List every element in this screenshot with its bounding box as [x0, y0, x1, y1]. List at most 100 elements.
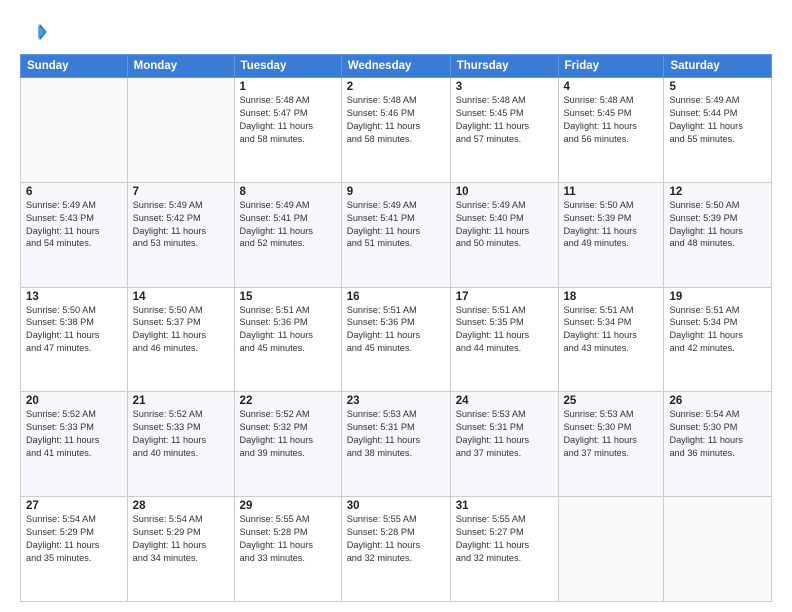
calendar-cell: 1Sunrise: 5:48 AM Sunset: 5:47 PM Daylig… — [234, 78, 341, 183]
calendar-cell: 17Sunrise: 5:51 AM Sunset: 5:35 PM Dayli… — [450, 287, 558, 392]
calendar-header: SundayMondayTuesdayWednesdayThursdayFrid… — [21, 55, 772, 78]
calendar-cell — [558, 497, 664, 602]
day-info: Sunrise: 5:53 AM Sunset: 5:30 PM Dayligh… — [564, 408, 659, 460]
weekday-header-friday: Friday — [558, 55, 664, 78]
calendar-cell: 3Sunrise: 5:48 AM Sunset: 5:45 PM Daylig… — [450, 78, 558, 183]
day-number: 22 — [240, 395, 336, 407]
day-info: Sunrise: 5:48 AM Sunset: 5:47 PM Dayligh… — [240, 94, 336, 146]
day-info: Sunrise: 5:52 AM Sunset: 5:33 PM Dayligh… — [26, 408, 122, 460]
calendar-cell: 22Sunrise: 5:52 AM Sunset: 5:32 PM Dayli… — [234, 392, 341, 497]
day-number: 9 — [347, 186, 445, 198]
day-info: Sunrise: 5:49 AM Sunset: 5:41 PM Dayligh… — [347, 199, 445, 251]
day-number: 21 — [133, 395, 229, 407]
calendar-cell: 4Sunrise: 5:48 AM Sunset: 5:45 PM Daylig… — [558, 78, 664, 183]
calendar-cell: 2Sunrise: 5:48 AM Sunset: 5:46 PM Daylig… — [341, 78, 450, 183]
day-info: Sunrise: 5:53 AM Sunset: 5:31 PM Dayligh… — [456, 408, 553, 460]
calendar-cell: 8Sunrise: 5:49 AM Sunset: 5:41 PM Daylig… — [234, 182, 341, 287]
weekday-header-thursday: Thursday — [450, 55, 558, 78]
header — [20, 18, 772, 46]
calendar-week-row: 20Sunrise: 5:52 AM Sunset: 5:33 PM Dayli… — [21, 392, 772, 497]
weekday-header-row: SundayMondayTuesdayWednesdayThursdayFrid… — [21, 55, 772, 78]
calendar-cell: 9Sunrise: 5:49 AM Sunset: 5:41 PM Daylig… — [341, 182, 450, 287]
day-info: Sunrise: 5:55 AM Sunset: 5:28 PM Dayligh… — [347, 513, 445, 565]
calendar-cell: 5Sunrise: 5:49 AM Sunset: 5:44 PM Daylig… — [664, 78, 772, 183]
day-info: Sunrise: 5:50 AM Sunset: 5:39 PM Dayligh… — [669, 199, 766, 251]
day-info: Sunrise: 5:52 AM Sunset: 5:33 PM Dayligh… — [133, 408, 229, 460]
day-number: 29 — [240, 500, 336, 512]
calendar-cell: 24Sunrise: 5:53 AM Sunset: 5:31 PM Dayli… — [450, 392, 558, 497]
day-info: Sunrise: 5:50 AM Sunset: 5:39 PM Dayligh… — [564, 199, 659, 251]
calendar-cell: 18Sunrise: 5:51 AM Sunset: 5:34 PM Dayli… — [558, 287, 664, 392]
weekday-header-sunday: Sunday — [21, 55, 128, 78]
day-info: Sunrise: 5:53 AM Sunset: 5:31 PM Dayligh… — [347, 408, 445, 460]
calendar-cell: 30Sunrise: 5:55 AM Sunset: 5:28 PM Dayli… — [341, 497, 450, 602]
day-number: 14 — [133, 291, 229, 303]
calendar-cell: 28Sunrise: 5:54 AM Sunset: 5:29 PM Dayli… — [127, 497, 234, 602]
day-info: Sunrise: 5:49 AM Sunset: 5:40 PM Dayligh… — [456, 199, 553, 251]
day-info: Sunrise: 5:49 AM Sunset: 5:44 PM Dayligh… — [669, 94, 766, 146]
page: SundayMondayTuesdayWednesdayThursdayFrid… — [0, 0, 792, 612]
day-info: Sunrise: 5:51 AM Sunset: 5:35 PM Dayligh… — [456, 304, 553, 356]
logo — [20, 18, 52, 46]
calendar-cell: 13Sunrise: 5:50 AM Sunset: 5:38 PM Dayli… — [21, 287, 128, 392]
calendar-cell: 21Sunrise: 5:52 AM Sunset: 5:33 PM Dayli… — [127, 392, 234, 497]
day-number: 24 — [456, 395, 553, 407]
day-info: Sunrise: 5:50 AM Sunset: 5:38 PM Dayligh… — [26, 304, 122, 356]
day-number: 18 — [564, 291, 659, 303]
day-number: 5 — [669, 81, 766, 93]
day-number: 10 — [456, 186, 553, 198]
calendar-cell: 14Sunrise: 5:50 AM Sunset: 5:37 PM Dayli… — [127, 287, 234, 392]
calendar-cell — [664, 497, 772, 602]
day-number: 15 — [240, 291, 336, 303]
day-info: Sunrise: 5:51 AM Sunset: 5:34 PM Dayligh… — [564, 304, 659, 356]
calendar-cell — [127, 78, 234, 183]
day-info: Sunrise: 5:51 AM Sunset: 5:34 PM Dayligh… — [669, 304, 766, 356]
day-number: 20 — [26, 395, 122, 407]
weekday-header-tuesday: Tuesday — [234, 55, 341, 78]
day-number: 4 — [564, 81, 659, 93]
calendar-cell: 10Sunrise: 5:49 AM Sunset: 5:40 PM Dayli… — [450, 182, 558, 287]
day-number: 11 — [564, 186, 659, 198]
calendar-cell: 31Sunrise: 5:55 AM Sunset: 5:27 PM Dayli… — [450, 497, 558, 602]
calendar-cell: 20Sunrise: 5:52 AM Sunset: 5:33 PM Dayli… — [21, 392, 128, 497]
calendar-cell: 29Sunrise: 5:55 AM Sunset: 5:28 PM Dayli… — [234, 497, 341, 602]
calendar-cell: 25Sunrise: 5:53 AM Sunset: 5:30 PM Dayli… — [558, 392, 664, 497]
weekday-header-wednesday: Wednesday — [341, 55, 450, 78]
day-info: Sunrise: 5:49 AM Sunset: 5:43 PM Dayligh… — [26, 199, 122, 251]
day-number: 2 — [347, 81, 445, 93]
day-number: 19 — [669, 291, 766, 303]
day-info: Sunrise: 5:48 AM Sunset: 5:46 PM Dayligh… — [347, 94, 445, 146]
calendar-cell: 7Sunrise: 5:49 AM Sunset: 5:42 PM Daylig… — [127, 182, 234, 287]
day-number: 3 — [456, 81, 553, 93]
calendar-cell: 19Sunrise: 5:51 AM Sunset: 5:34 PM Dayli… — [664, 287, 772, 392]
calendar-cell: 15Sunrise: 5:51 AM Sunset: 5:36 PM Dayli… — [234, 287, 341, 392]
calendar-cell: 12Sunrise: 5:50 AM Sunset: 5:39 PM Dayli… — [664, 182, 772, 287]
day-number: 6 — [26, 186, 122, 198]
calendar-cell: 11Sunrise: 5:50 AM Sunset: 5:39 PM Dayli… — [558, 182, 664, 287]
calendar-week-row: 1Sunrise: 5:48 AM Sunset: 5:47 PM Daylig… — [21, 78, 772, 183]
day-info: Sunrise: 5:54 AM Sunset: 5:30 PM Dayligh… — [669, 408, 766, 460]
weekday-header-saturday: Saturday — [664, 55, 772, 78]
calendar-week-row: 27Sunrise: 5:54 AM Sunset: 5:29 PM Dayli… — [21, 497, 772, 602]
calendar-body: 1Sunrise: 5:48 AM Sunset: 5:47 PM Daylig… — [21, 78, 772, 602]
calendar: SundayMondayTuesdayWednesdayThursdayFrid… — [20, 54, 772, 602]
calendar-cell: 26Sunrise: 5:54 AM Sunset: 5:30 PM Dayli… — [664, 392, 772, 497]
day-info: Sunrise: 5:54 AM Sunset: 5:29 PM Dayligh… — [133, 513, 229, 565]
day-number: 7 — [133, 186, 229, 198]
day-number: 28 — [133, 500, 229, 512]
day-number: 25 — [564, 395, 659, 407]
day-number: 26 — [669, 395, 766, 407]
day-number: 17 — [456, 291, 553, 303]
day-info: Sunrise: 5:51 AM Sunset: 5:36 PM Dayligh… — [347, 304, 445, 356]
calendar-cell: 16Sunrise: 5:51 AM Sunset: 5:36 PM Dayli… — [341, 287, 450, 392]
day-number: 13 — [26, 291, 122, 303]
calendar-week-row: 6Sunrise: 5:49 AM Sunset: 5:43 PM Daylig… — [21, 182, 772, 287]
logo-icon — [20, 18, 48, 46]
day-number: 12 — [669, 186, 766, 198]
day-number: 8 — [240, 186, 336, 198]
day-number: 30 — [347, 500, 445, 512]
day-number: 16 — [347, 291, 445, 303]
day-info: Sunrise: 5:55 AM Sunset: 5:27 PM Dayligh… — [456, 513, 553, 565]
day-info: Sunrise: 5:49 AM Sunset: 5:42 PM Dayligh… — [133, 199, 229, 251]
day-info: Sunrise: 5:55 AM Sunset: 5:28 PM Dayligh… — [240, 513, 336, 565]
